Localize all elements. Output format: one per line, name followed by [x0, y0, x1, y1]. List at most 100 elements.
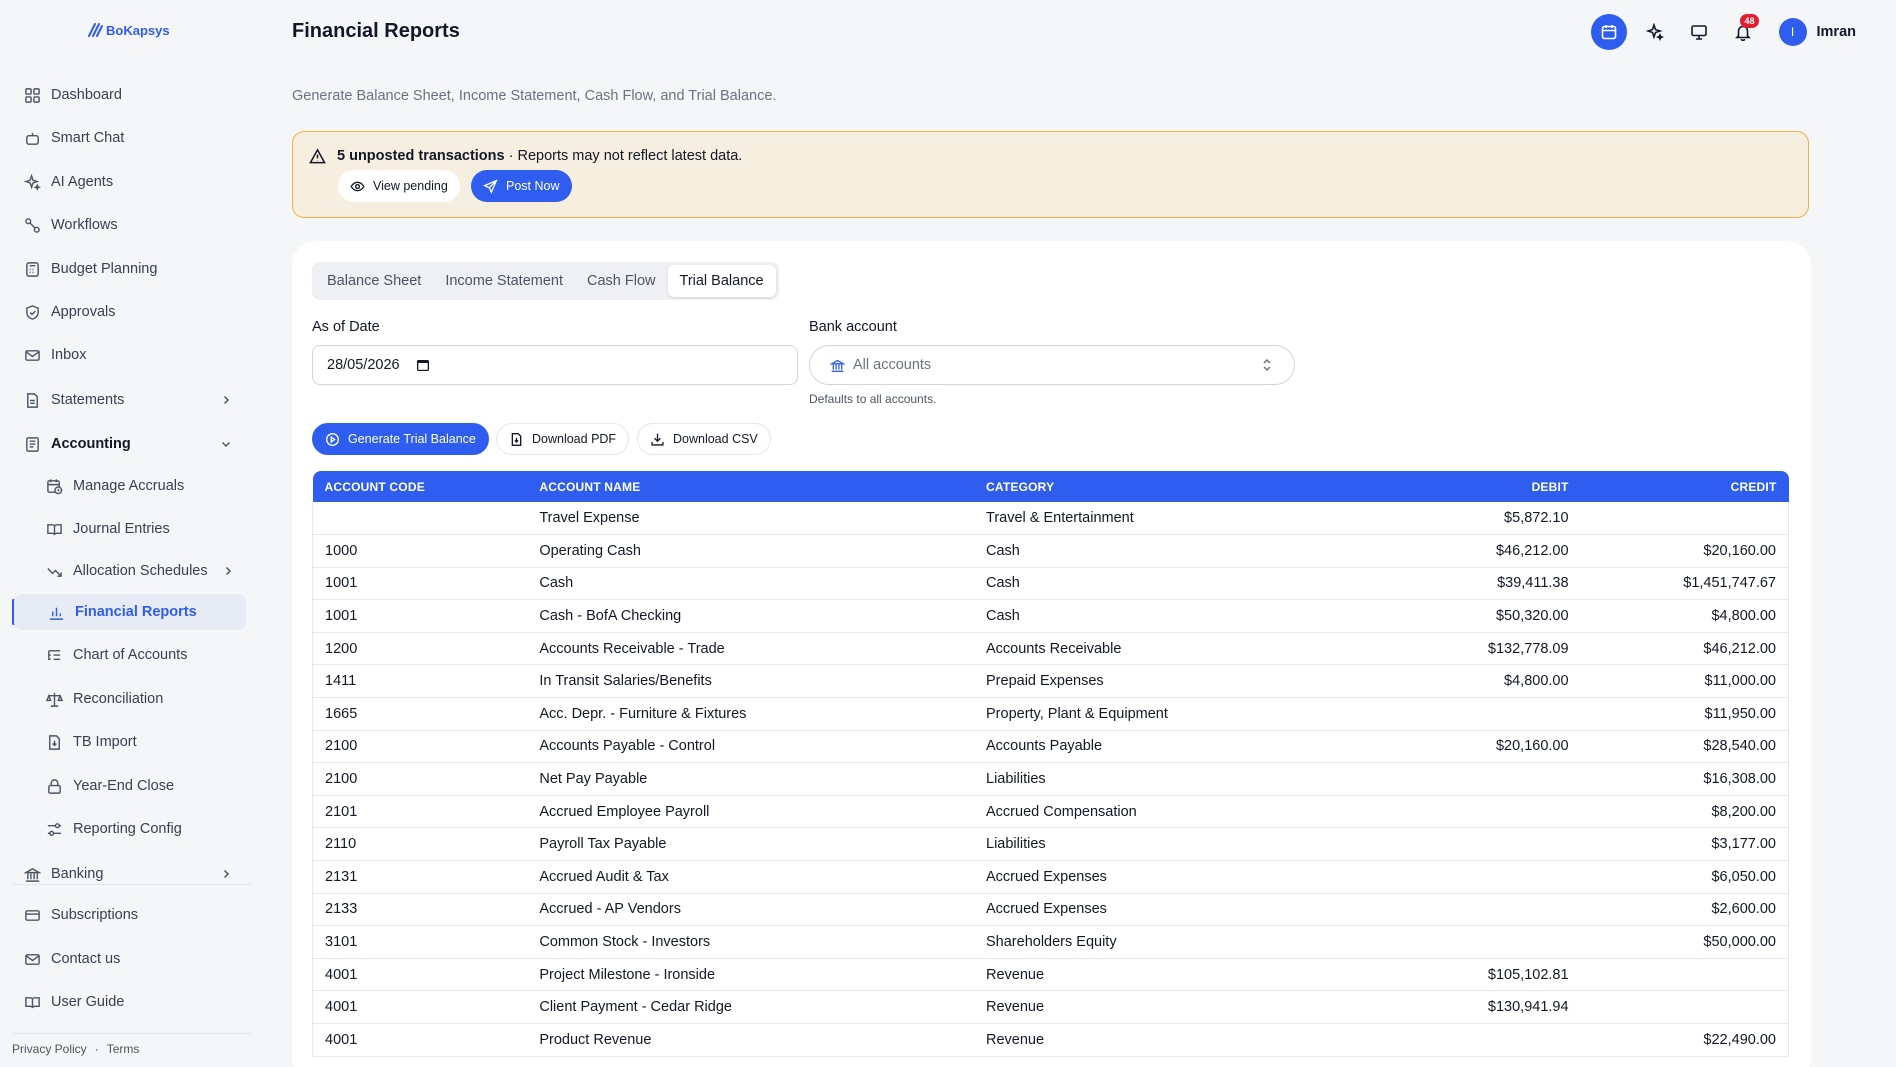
cell-account-code: 2100	[312, 730, 528, 764]
table-header-row: ACCOUNT CODE ACCOUNT NAME CATEGORY DEBIT…	[312, 471, 1789, 502]
download-csv-button[interactable]: Download CSV	[637, 423, 771, 455]
generate-trial-balance-button[interactable]: Generate Trial Balance	[312, 423, 489, 455]
ai-sparkles-button[interactable]	[1639, 16, 1671, 48]
cell-credit: $8,200.00	[1580, 795, 1789, 829]
table-row[interactable]: 2100 Accounts Payable - Control Accounts P…	[312, 730, 1789, 764]
notifications-button[interactable]: 48	[1727, 14, 1759, 48]
table-row[interactable]: 1200 Accounts Receivable - Trade Accounts …	[312, 632, 1789, 666]
sidebar-item-workflows[interactable]: Workflows	[12, 207, 244, 243]
table-row[interactable]: 1411 In Transit Salaries/Benefits Prepaid …	[312, 664, 1789, 699]
report-card: Balance Sheet Income Statement Cash Flow…	[292, 241, 1811, 1067]
display-button[interactable]	[1683, 16, 1715, 48]
sidebar-item-reporting-config[interactable]: Reporting Config	[36, 811, 246, 847]
cell-credit: $11,000.00	[1580, 664, 1789, 699]
sidebar-item-label: Banking	[51, 866, 104, 882]
sidebar-item-label: Workflows	[51, 217, 118, 233]
sidebar-item-allocation-schedules[interactable]: Allocation Schedules	[36, 553, 246, 589]
terms-link[interactable]: Terms	[107, 1042, 140, 1056]
table-row[interactable]: 1665 Acc. Depr. - Furniture & Fixtures Pro…	[312, 697, 1789, 731]
calendar-icon	[1601, 25, 1616, 40]
table-row[interactable]: 1001 Cash - BofA Checking Cash $50,320.00 $4…	[312, 599, 1789, 633]
cell-credit: $28,540.00	[1580, 730, 1789, 764]
table-row[interactable]: 3101 Common Stock - Investors Shareholders…	[312, 925, 1789, 959]
sidebar-item-journal-entries[interactable]: Journal Entries	[36, 511, 246, 547]
cell-account-name: In Transit Salaries/Benefits	[527, 664, 974, 699]
sidebar: BoKapsys Dashboard Smart Chat AI Agents …	[0, 0, 252, 1067]
sidebar-item-budget-planning[interactable]: Budget Planning	[12, 251, 244, 287]
calendar-icon[interactable]	[416, 358, 430, 372]
download-pdf-button[interactable]: Download PDF	[496, 423, 630, 455]
table-row[interactable]: 1000 Operating Cash Cash $46,212.00 $20,160.…	[312, 534, 1789, 568]
sidebar-item-statements[interactable]: Statements	[12, 382, 244, 418]
sidebar-item-reconciliation[interactable]: Reconciliation	[36, 681, 246, 717]
cell-account-name: Accrued Employee Payroll	[527, 795, 974, 829]
file-import-icon	[49, 734, 60, 750]
cell-account-name: Cash - BofA Checking	[527, 599, 974, 633]
list-tree-icon	[48, 649, 61, 660]
cell-debit	[1343, 697, 1581, 731]
table-row[interactable]: 2101 Accrued Employee Payroll Accrued Comp…	[312, 795, 1789, 829]
trend-down-icon	[47, 567, 62, 577]
sidebar-item-financial-reports[interactable]: Financial Reports	[14, 594, 246, 630]
table-body: Travel Expense Travel & Entertainment $5,8…	[312, 502, 1789, 1057]
sidebar-item-subscriptions[interactable]: Subscriptions	[12, 897, 244, 933]
post-now-button[interactable]: Post Now	[471, 170, 572, 202]
sidebar-item-label: Chart of Accounts	[73, 647, 188, 663]
file-icon	[27, 392, 38, 408]
alert-count: 5 unposted transactions	[337, 148, 505, 164]
bank-account-select[interactable]: All accounts	[809, 345, 1295, 385]
sidebar-item-ai-agents[interactable]: AI Agents	[12, 164, 244, 200]
as-of-date-input[interactable]: 28/05/2026	[312, 345, 798, 385]
privacy-policy-link[interactable]: Privacy Policy	[12, 1042, 87, 1056]
sidebar-item-label: Journal Entries	[73, 521, 170, 537]
book-open-icon	[25, 996, 40, 1008]
cell-debit: $5,872.10	[1343, 502, 1581, 536]
table-row[interactable]: 2100 Net Pay Payable Liabilities $16,308.00	[312, 762, 1789, 796]
user-menu[interactable]: I Imran	[1778, 18, 1856, 46]
table-row[interactable]: 4001 Product Revenue Revenue $22,490.00	[312, 1023, 1789, 1057]
sidebar-item-contact-us[interactable]: Contact us	[12, 941, 244, 977]
sidebar-item-label: Dashboard	[51, 87, 122, 103]
report-tabs: Balance Sheet Income Statement Cash Flow…	[312, 262, 779, 300]
tab-balance-sheet[interactable]: Balance Sheet	[315, 265, 433, 297]
sliders-icon	[47, 822, 62, 836]
table-row[interactable]: 2110 Payroll Tax Payable Liabilities $3,177…	[312, 827, 1789, 862]
cell-debit: $50,320.00	[1343, 599, 1581, 633]
brand-logo[interactable]: BoKapsys	[86, 21, 170, 39]
workflow-icon	[25, 217, 40, 233]
tab-cash-flow[interactable]: Cash Flow	[575, 265, 668, 297]
table-row[interactable]: 1001 Cash Cash $39,411.38 $1,451,747.67	[312, 567, 1789, 601]
sidebar-item-accounting[interactable]: Accounting	[12, 426, 244, 462]
calendar-button[interactable]	[1590, 14, 1627, 50]
sidebar-item-approvals[interactable]: Approvals	[12, 294, 244, 330]
cell-account-name: Accrued Audit & Tax	[527, 860, 974, 894]
sidebar-item-year-end-close[interactable]: Year-End Close	[36, 768, 246, 804]
sidebar-item-banking[interactable]: Banking	[12, 856, 244, 892]
col-account-code: ACCOUNT CODE	[324, 479, 425, 494]
sidebar-item-chart-of-accounts[interactable]: Chart of Accounts	[36, 637, 246, 673]
chevrons-up-down-icon	[1263, 358, 1271, 372]
sidebar-item-inbox[interactable]: Inbox	[12, 337, 244, 373]
sidebar-item-label: Smart Chat	[51, 130, 125, 146]
tab-trial-balance[interactable]: Trial Balance	[667, 265, 776, 297]
page-title: Financial Reports	[292, 20, 460, 42]
sidebar-item-label: Accounting	[51, 436, 131, 452]
sidebar-item-user-guide[interactable]: User Guide	[12, 984, 244, 1020]
table-row[interactable]: 4001 Project Milestone - Ironside Revenue $…	[312, 958, 1789, 992]
table-row[interactable]: 2131 Accrued Audit & Tax Accrued Expenses $…	[312, 860, 1789, 894]
sidebar-item-manage-accruals[interactable]: Manage Accruals	[36, 468, 246, 504]
table-row[interactable]: 2133 Accrued - AP Vendors Accrued Expenses…	[312, 893, 1789, 927]
cell-category: Cash	[974, 534, 1344, 568]
sidebar-item-tb-import[interactable]: TB Import	[36, 724, 246, 760]
sidebar-item-dashboard[interactable]: Dashboard	[12, 77, 244, 113]
bank-icon	[24, 867, 41, 882]
table-row[interactable]: Travel Expense Travel & Entertainment $5,8…	[312, 502, 1789, 536]
alert-message: 5 unposted transactions · Reports may no…	[337, 148, 742, 164]
view-pending-button[interactable]: View pending	[338, 170, 460, 202]
table-row[interactable]: 4001 Client Payment - Cedar Ridge Revenue $…	[312, 990, 1789, 1024]
cell-debit: $105,102.81	[1343, 958, 1581, 992]
tab-income-statement[interactable]: Income Statement	[433, 265, 575, 297]
cell-credit: $16,308.00	[1580, 762, 1789, 796]
file-download-icon	[511, 432, 522, 446]
sidebar-item-smart-chat[interactable]: Smart Chat	[12, 120, 244, 156]
